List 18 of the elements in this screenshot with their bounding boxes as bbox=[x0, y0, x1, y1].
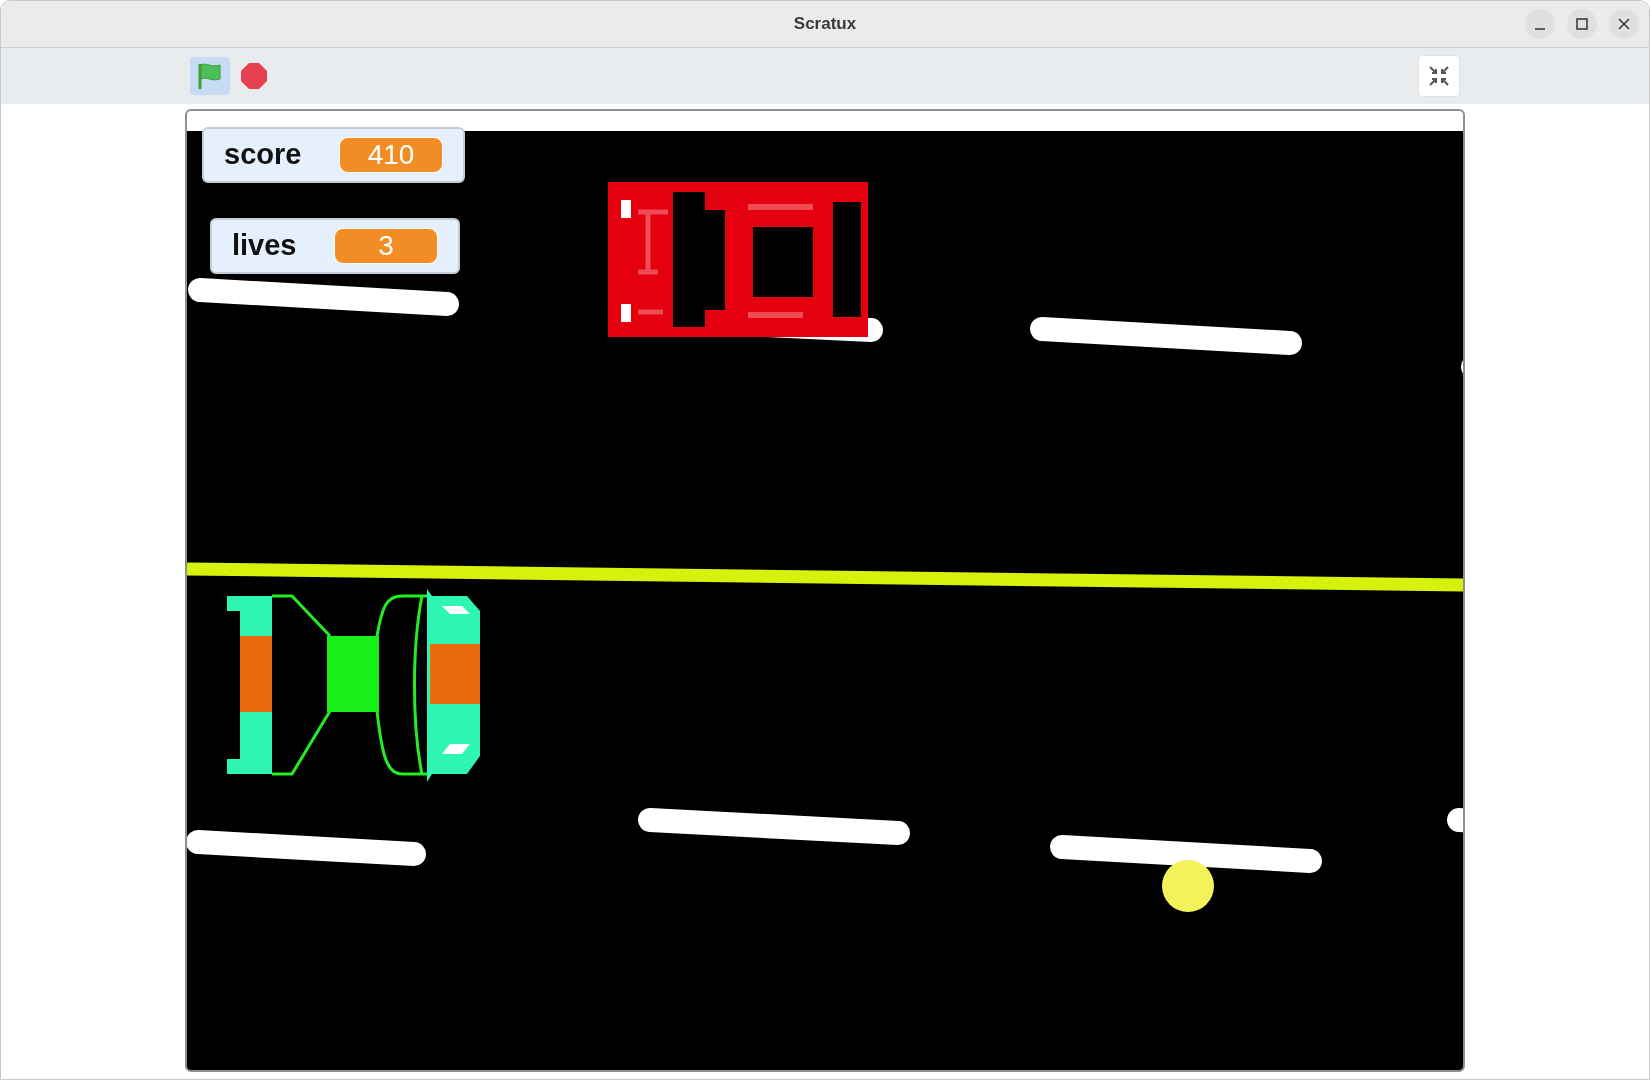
exit-fullscreen-icon bbox=[1428, 65, 1450, 87]
coin-drawing bbox=[1162, 860, 1214, 912]
minimize-button[interactable] bbox=[1525, 9, 1555, 39]
flag-icon bbox=[197, 62, 223, 90]
stop-button[interactable] bbox=[238, 60, 270, 92]
variable-value: 3 bbox=[334, 228, 438, 264]
close-button[interactable] bbox=[1609, 9, 1639, 39]
maximize-icon bbox=[1576, 18, 1588, 30]
run-button[interactable] bbox=[190, 57, 230, 95]
variable-value: 410 bbox=[339, 137, 443, 173]
variable-name: lives bbox=[232, 228, 297, 264]
close-icon bbox=[1618, 18, 1630, 30]
stop-icon bbox=[240, 62, 268, 90]
minimize-icon bbox=[1535, 28, 1545, 30]
window-title: Scratux bbox=[793, 13, 857, 36]
exit-fullscreen-button[interactable] bbox=[1418, 55, 1460, 97]
maximize-button[interactable] bbox=[1567, 9, 1597, 39]
variable-name: score bbox=[224, 137, 302, 173]
